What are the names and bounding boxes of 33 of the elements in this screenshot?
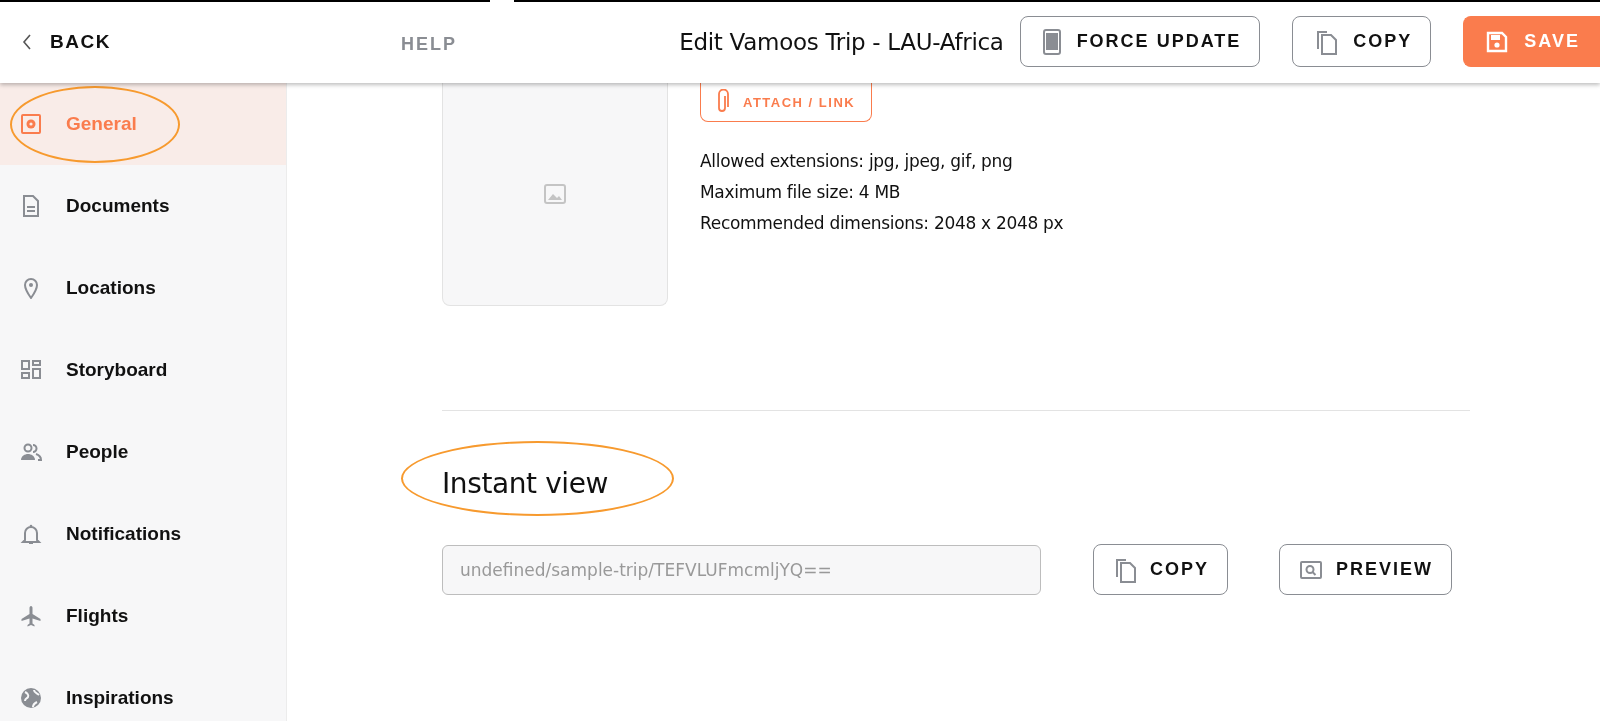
copy-icon bbox=[1315, 28, 1338, 55]
people-icon bbox=[20, 441, 42, 463]
sidebar-item[interactable]: Documents bbox=[0, 165, 286, 247]
copy-button[interactable]: COPY bbox=[1093, 544, 1228, 595]
sidebar-item[interactable]: People bbox=[0, 411, 286, 493]
save-icon bbox=[1486, 30, 1509, 53]
copy-icon bbox=[1114, 556, 1136, 583]
sidebar-item[interactable]: Notifications bbox=[0, 493, 286, 575]
page-title: Edit Vamoos Trip - LAU-Africa bbox=[679, 28, 1004, 55]
sidebar-item[interactable]: Inspirations bbox=[0, 657, 286, 721]
preview-icon bbox=[1300, 560, 1322, 579]
image-placeholder[interactable] bbox=[442, 83, 668, 306]
back-button[interactable]: BACK bbox=[22, 30, 111, 53]
dashboard-icon bbox=[20, 359, 42, 381]
section-title: Instant view bbox=[442, 467, 609, 500]
preview-button[interactable]: PREVIEW bbox=[1279, 544, 1453, 595]
image-icon bbox=[544, 184, 566, 204]
force-update-button[interactable]: FORCE UPDATE bbox=[1019, 16, 1261, 67]
paperclip-icon bbox=[715, 89, 729, 115]
globe-icon bbox=[20, 687, 42, 709]
sidebar-item[interactable]: Flights bbox=[0, 575, 286, 657]
chevron-left-icon bbox=[22, 33, 32, 50]
copy-button[interactable]: COPY bbox=[1292, 16, 1432, 67]
phone-icon bbox=[1042, 28, 1061, 55]
info-text: Allowed extensions: jpg, jpeg, gif, png bbox=[700, 150, 1014, 173]
sidebar-item[interactable]: Storyboard bbox=[0, 329, 286, 411]
info-text: Recommended dimensions: 2048 x 2048 px bbox=[700, 212, 1064, 235]
gear-icon bbox=[20, 113, 42, 135]
sidebar-item[interactable]: Locations bbox=[0, 247, 286, 329]
bell-icon bbox=[20, 523, 42, 545]
info-text: Maximum file size: 4 MB bbox=[700, 181, 902, 204]
document-icon bbox=[20, 195, 42, 217]
airplane-icon bbox=[20, 605, 42, 627]
